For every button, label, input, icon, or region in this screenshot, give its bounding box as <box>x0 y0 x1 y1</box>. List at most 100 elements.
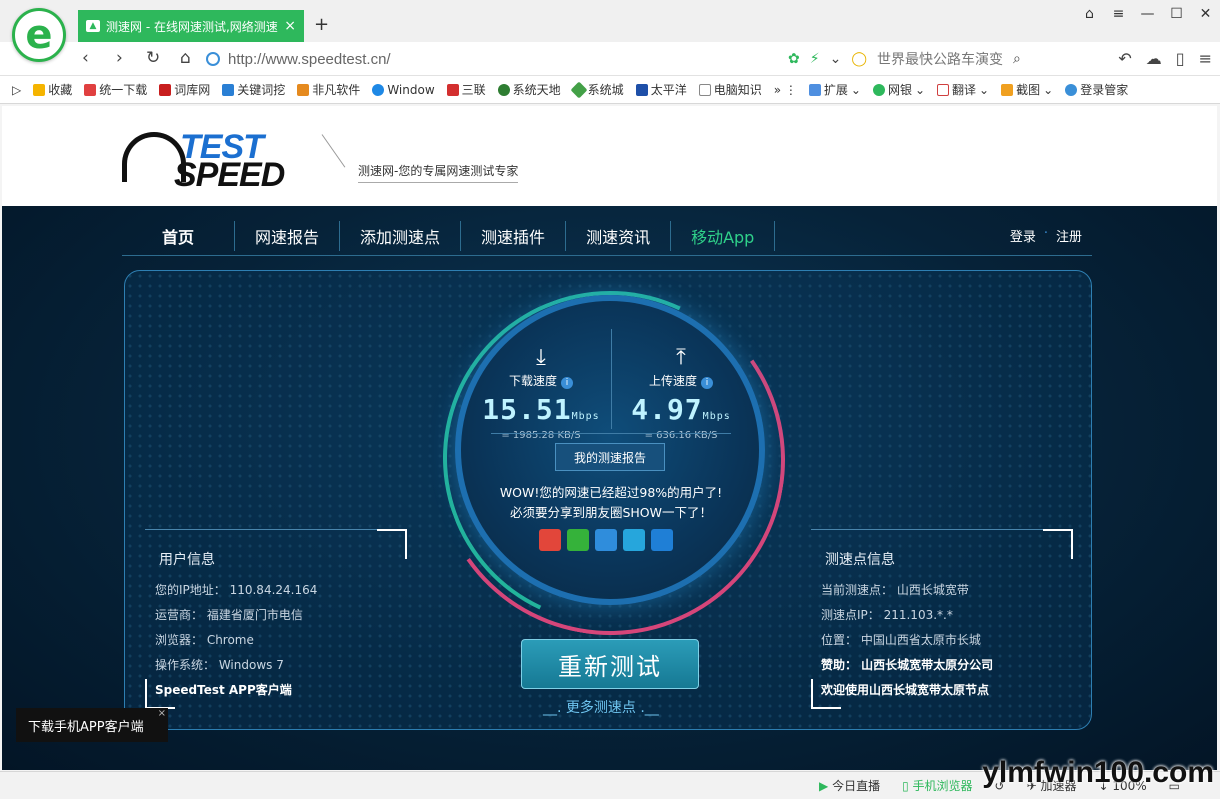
user-browser: 浏览器： Chrome <box>155 633 254 647</box>
back-icon[interactable]: ‹ <box>82 48 89 68</box>
phone-icon[interactable]: ▯ <box>1176 49 1185 68</box>
login-manager-button[interactable]: 登录管家 <box>1065 81 1128 98</box>
wechat-icon[interactable] <box>567 529 589 551</box>
site-header: TEST SPEED 测速网-您的专属网速测试专家 <box>2 106 1217 206</box>
speed-hero: 首页 网速报告 添加测速点 测速插件 测速资讯 移动App 登录 · 注册 用户… <box>2 206 1217 770</box>
home-icon[interactable]: ⌂ <box>180 48 191 68</box>
menu-report[interactable]: 网速报告 <box>235 220 341 251</box>
maximize-icon[interactable]: ☐ <box>1162 6 1191 22</box>
menu-mobile-app[interactable]: 移动App <box>671 220 776 251</box>
bookmark-item[interactable]: 太平洋 <box>635 81 687 98</box>
url-text[interactable]: http://www.speedtest.cn/ <box>228 51 391 68</box>
ebank-button[interactable]: 网银 ⌄ <box>872 81 925 98</box>
slogan: 测速网-您的专属网速测试专家 <box>358 162 519 183</box>
menu-home[interactable]: 首页 <box>122 220 236 251</box>
window-controls: ⌂ ≡ — ☐ ✕ <box>1075 6 1220 22</box>
node-info-box: 测速点信息 当前测速点： 山西长城宽带 测速点IP： 211.103.*.* 位… <box>811 529 1073 709</box>
menu-add-node[interactable]: 添加测速点 <box>340 220 462 251</box>
bookmarks-bar: ▷ 收藏 统一下载 词库网 关键词挖 非凡软件 Window 三联 系统天地 系… <box>0 76 1220 104</box>
retest-button[interactable]: 重新测试 <box>521 639 699 689</box>
title-bar: e ▲ 测速网 - 在线网速测试,网络测速 × + ⌂ ≡ — ☐ ✕ <box>0 0 1220 62</box>
speed-panel: 用户信息 您的IP地址： 110.84.24.164 运营商： 福建省厦门市电信… <box>124 270 1092 730</box>
security-icon[interactable]: ✿ <box>788 51 800 67</box>
register-link[interactable]: 注册 <box>1056 226 1082 245</box>
bookmark-item[interactable]: 电脑知识 <box>698 81 762 98</box>
browser-window: e ▲ 测速网 - 在线网速测试,网络测速 × + ⌂ ≡ — ☐ ✕ ‹ › … <box>0 0 1220 799</box>
undo-icon[interactable]: ↶ <box>1118 49 1131 68</box>
menu-plugin[interactable]: 测速插件 <box>461 220 567 251</box>
bookmark-item[interactable]: 三联 <box>446 81 486 98</box>
download-label: 下载速度 <box>508 374 557 388</box>
watermark: ylmfwin100.com <box>982 756 1214 789</box>
bookmark-item[interactable]: 系统城 <box>570 81 624 98</box>
globe-icon <box>206 52 220 66</box>
more-menu-icon[interactable]: ≡ <box>1199 49 1212 68</box>
address-bar[interactable]: http://www.speedtest.cn/ <box>206 48 856 70</box>
info-icon[interactable]: i <box>561 377 573 389</box>
bookmark-toggle-icon[interactable]: ▷ <box>12 83 21 97</box>
favicon-icon: ▲ <box>86 20 100 32</box>
upload-unit: Mbps <box>702 411 731 422</box>
site-logo[interactable]: TEST SPEED <box>122 124 322 194</box>
search-input[interactable]: 世界最快公路车演变 <box>877 49 1003 69</box>
upload-kbs: = 636.16 KB/S <box>644 430 718 441</box>
user-info-title: 用户信息 <box>159 552 215 568</box>
download-arrow-icon: ⤓ <box>536 345 546 370</box>
tab-title: 测速网 - 在线网速测试,网络测速 <box>106 19 278 34</box>
download-unit: Mbps <box>571 411 600 422</box>
search-engine-icon[interactable]: ◯ <box>851 51 867 67</box>
weibo-icon[interactable] <box>539 529 561 551</box>
new-tab-icon[interactable]: + <box>314 14 329 35</box>
tab-close-icon[interactable]: × <box>284 18 296 34</box>
bookmark-item[interactable]: 关键词挖 <box>222 81 285 98</box>
login-link[interactable]: 登录 <box>1010 226 1036 245</box>
search-icon[interactable]: ⌕ <box>1013 51 1021 67</box>
node-sponsor[interactable]: 赞助： 山西长城宽带太原分公司 <box>821 656 1073 673</box>
bookmark-item[interactable]: 统一下载 <box>84 81 147 98</box>
download-app-banner[interactable]: 下载手机APP客户端 × <box>16 708 168 742</box>
skin-icon[interactable]: ⌂ <box>1075 6 1104 22</box>
app-link[interactable]: SpeedTest APP客户端 <box>155 681 407 698</box>
bookmark-item[interactable]: Window <box>372 83 435 97</box>
mobile-browser-button[interactable]: ▯ 手机浏览器 <box>902 777 972 794</box>
browser-logo-icon[interactable]: e <box>12 8 66 62</box>
menu-icon[interactable]: ≡ <box>1104 6 1133 22</box>
menu-news[interactable]: 测速资讯 <box>566 220 672 251</box>
info-icon[interactable]: i <box>701 377 713 389</box>
tencent-weibo-icon[interactable] <box>623 529 645 551</box>
bookmark-item[interactable]: 非凡软件 <box>297 81 360 98</box>
main-menu: 首页 网速报告 添加测速点 测速插件 测速资讯 移动App 登录 · 注册 <box>122 216 1092 256</box>
upload-arrow-icon: ⤒ <box>676 345 686 370</box>
download-value: 15.51 <box>482 393 572 426</box>
bookmark-item[interactable]: 词库网 <box>159 81 210 98</box>
qzone-icon[interactable] <box>595 529 617 551</box>
speed-mode-icon[interactable]: ⚡ <box>810 51 820 67</box>
tab-speedtest[interactable]: ▲ 测速网 - 在线网速测试,网络测速 × <box>78 10 304 42</box>
slogan-divider <box>321 134 346 168</box>
speed-report-button[interactable]: 我的测速报告 <box>555 443 665 471</box>
more-nodes-link[interactable]: __. 更多测速点 .__ <box>543 697 659 717</box>
download-section: ⤓ 下载速度 i 15.51Mbps = 1985.28 KB/S <box>471 345 611 441</box>
minimize-icon[interactable]: — <box>1133 6 1162 22</box>
extensions-button[interactable]: 扩展 ⌄ <box>808 81 861 98</box>
bookmark-item[interactable]: 系统天地 <box>497 81 561 98</box>
result-message: WOW!您的网速已经超过98%的用户了! 必须要分享到朋友圈SHOW一下了！ <box>499 485 723 520</box>
address-toolbar: ‹ › ↻ ⌂ http://www.speedtest.cn/ ✿ ⚡ ⌄ ◯… <box>0 42 1220 76</box>
screenshot-button[interactable]: 截图 ⌄ <box>1001 81 1053 98</box>
close-window-icon[interactable]: ✕ <box>1191 6 1220 22</box>
upload-value: 4.97 <box>631 393 703 426</box>
close-banner-icon[interactable]: × <box>158 708 166 719</box>
bookmark-item[interactable]: 收藏 <box>33 81 72 98</box>
more-share-icon[interactable] <box>651 529 673 551</box>
refresh-icon[interactable]: ↻ <box>146 48 160 68</box>
bookmark-more-icon[interactable]: » ⋮ <box>774 83 797 97</box>
dot-separator: · <box>1043 226 1048 241</box>
user-isp: 运营商： 福建省厦门市电信 <box>155 608 303 622</box>
cloud-icon[interactable]: ☁ <box>1146 49 1162 68</box>
translate-button[interactable]: 翻译 ⌄ <box>937 81 989 98</box>
dropdown-icon[interactable]: ⌄ <box>830 51 842 67</box>
forward-icon[interactable]: › <box>116 48 123 68</box>
live-button[interactable]: ▶ 今日直播 <box>819 777 880 794</box>
user-info-box: 用户信息 您的IP地址： 110.84.24.164 运营商： 福建省厦门市电信… <box>145 529 407 709</box>
node-location: 位置： 中国山西省太原市长城 <box>821 633 981 647</box>
